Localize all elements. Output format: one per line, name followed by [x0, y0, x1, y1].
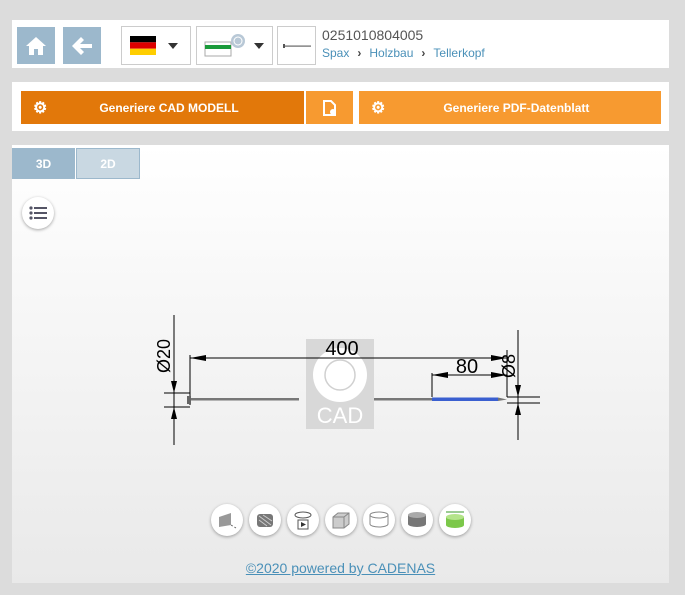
chevron-down-icon — [254, 42, 264, 49]
dim-length: 400 — [325, 338, 358, 360]
shaded-view-button[interactable] — [401, 504, 433, 536]
dim-shank-diameter: Ø8 — [499, 354, 519, 378]
actions-panel: ⚙ Generiere CAD MODELL ⚙ Generiere PDF-D… — [12, 82, 669, 131]
menu-button[interactable] — [22, 197, 54, 229]
rotate-play-icon — [294, 511, 312, 530]
chevron-down-icon — [168, 42, 178, 49]
wireframe-cylinder-icon — [369, 511, 389, 528]
generate-pdf-button[interactable]: ⚙ Generiere PDF-Datenblatt — [359, 91, 661, 124]
measure-cylinder-icon — [446, 511, 464, 528]
breadcrumb-item[interactable]: Holzbau — [369, 46, 413, 60]
list-icon — [29, 206, 47, 220]
tab-2d[interactable]: 2D — [76, 148, 140, 179]
section-view-button[interactable] — [249, 504, 281, 536]
dim-thread: 80 — [456, 356, 478, 378]
cad-settings-button[interactable] — [306, 91, 353, 124]
screw-icon — [282, 43, 311, 48]
part-number: 0251010804005 — [322, 27, 424, 43]
breadcrumb-item[interactable]: Spax — [322, 46, 349, 60]
wireframe-view-button[interactable] — [363, 504, 395, 536]
breadcrumb: Spax › Holzbau › Tellerkopf — [322, 46, 485, 60]
gear-icon: ⚙ — [33, 99, 48, 117]
language-select[interactable] — [121, 26, 191, 65]
perspective-icon — [219, 513, 237, 529]
file-gear-icon — [322, 99, 336, 116]
dim-head-diameter: Ø20 — [154, 339, 174, 373]
measure-view-button[interactable] — [439, 504, 471, 536]
cad-viewer[interactable]: 3D 2D CAD 400 80 Ø20 Ø8 ©2020 powered by… — [12, 145, 669, 583]
german-flag-icon — [130, 36, 156, 55]
spax-logo-icon — [204, 33, 245, 56]
pdf-gear-icon: ⚙ — [371, 99, 386, 117]
home-icon — [26, 36, 46, 55]
solid-view-button[interactable] — [325, 504, 357, 536]
generate-cad-button[interactable]: ⚙ Generiere CAD MODELL — [21, 91, 304, 124]
top-nav-panel: 0251010804005 Spax › Holzbau › Tellerkopf — [12, 20, 669, 68]
perspective-button[interactable] — [211, 504, 243, 536]
section-icon — [257, 514, 273, 527]
back-button[interactable] — [63, 27, 101, 64]
rotate-animation-button[interactable] — [287, 504, 319, 536]
home-button[interactable] — [17, 27, 55, 64]
catalog-select[interactable] — [196, 26, 273, 65]
cadenas-link[interactable]: ©2020 powered by CADENAS — [12, 560, 669, 576]
breadcrumb-item[interactable]: Tellerkopf — [433, 46, 484, 60]
part-thumbnail — [277, 26, 316, 65]
arrow-left-icon — [72, 36, 92, 55]
svg-text:CAD: CAD — [317, 403, 363, 428]
tab-3d[interactable]: 3D — [12, 148, 75, 179]
shaded-cylinder-icon — [408, 512, 426, 527]
technical-drawing: CAD 400 80 Ø20 Ø8 — [154, 315, 540, 445]
box-icon — [332, 512, 350, 529]
